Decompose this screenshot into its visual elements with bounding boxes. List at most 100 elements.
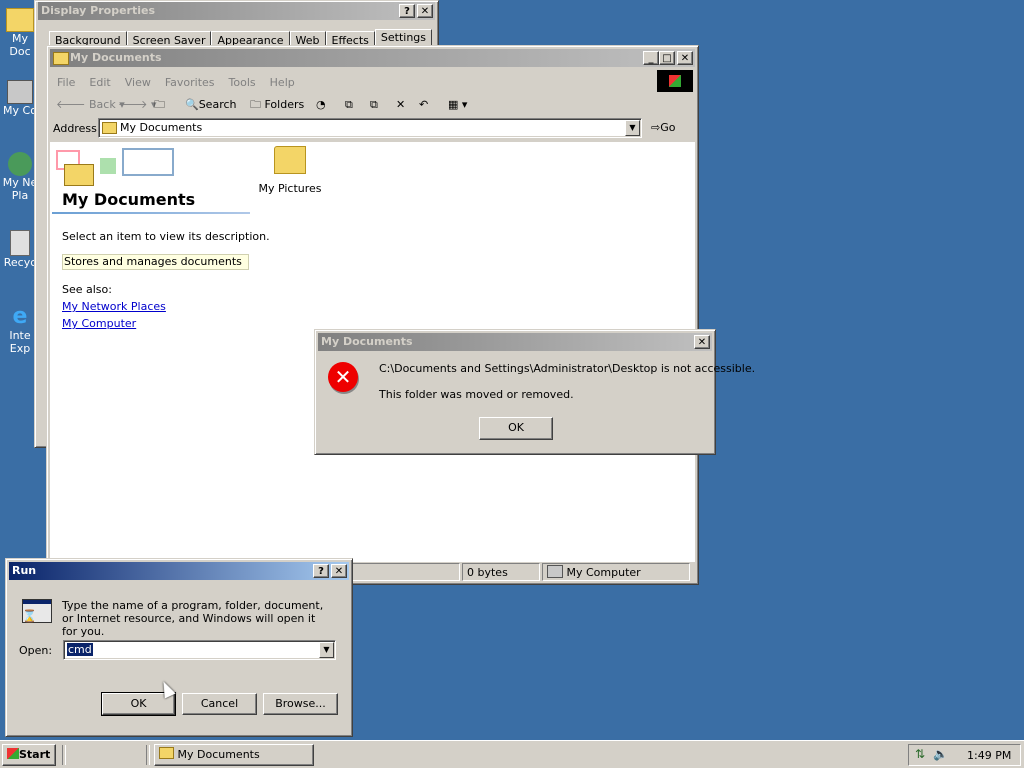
go-arrow-icon: ⇨ <box>651 121 661 134</box>
move-to-icon: ⧉ <box>345 98 353 111</box>
forward-arrow-icon: 🡒 ▾ <box>118 98 157 111</box>
views-icon: ▦ ▾ <box>448 98 468 111</box>
address-dropdown-button[interactable]: ▼ <box>625 120 640 136</box>
close-button[interactable]: ✕ <box>331 564 347 578</box>
history-button[interactable]: ◔ <box>316 94 326 116</box>
open-combobox[interactable]: cmd ▼ <box>63 640 336 660</box>
my-computer-icon <box>547 565 563 578</box>
windows-flag-icon <box>7 748 19 759</box>
system-tray: ⇅ 🔈 1:49 PM <box>908 744 1021 766</box>
move-to-button[interactable]: ⧉ <box>345 94 353 116</box>
open-label: Open: <box>19 644 53 657</box>
undo-icon: ↶ <box>419 98 429 111</box>
menu-bar: File Edit View Favorites Tools Help <box>57 74 309 92</box>
menu-edit[interactable]: Edit <box>89 76 110 89</box>
folder-banner-graphic <box>54 146 174 192</box>
undo-button[interactable]: ↶ <box>419 94 428 116</box>
volume-icon[interactable]: 🔈 <box>933 747 948 761</box>
status-cell-size: 0 bytes <box>462 563 540 581</box>
computer-icon <box>7 80 33 104</box>
up-folder-button[interactable]: 🗀 <box>154 94 165 116</box>
recycle-bin-icon <box>10 230 30 256</box>
help-button[interactable]: ? <box>313 564 329 578</box>
run-dialog-titlebar[interactable]: Run ? ✕ <box>9 562 349 580</box>
error-dialog-titlebar[interactable]: My Documents ✕ <box>318 333 712 351</box>
back-button[interactable]: 🡐 Back ▾ <box>56 94 125 116</box>
go-button[interactable]: ⇨Go <box>651 121 675 134</box>
delete-button[interactable]: ✕ <box>396 94 405 116</box>
start-button[interactable]: Start <box>2 744 56 766</box>
run-description: Type the name of a program, folder, docu… <box>62 599 324 638</box>
run-cancel-button[interactable]: Cancel <box>182 693 257 715</box>
copy-to-icon: ⧉ <box>370 98 378 111</box>
explorer-titlebar[interactable]: My Documents _ □ ✕ <box>50 49 695 67</box>
panel-title-underline <box>52 212 250 214</box>
minimize-button[interactable]: _ <box>643 51 659 65</box>
windows-logo <box>657 70 693 92</box>
quick-launch-area <box>66 745 142 765</box>
folders-button[interactable]: 🗀 Folders <box>250 94 304 116</box>
display-properties-title: Display Properties <box>41 4 156 17</box>
display-properties-titlebar[interactable]: Display Properties ? ✕ <box>38 2 435 20</box>
run-dialog[interactable]: Run ? ✕ ⌛ Type the name of a program, fo… <box>5 558 353 737</box>
menu-favorites[interactable]: Favorites <box>165 76 215 89</box>
explorer-title: My Documents <box>70 51 162 64</box>
search-button[interactable]: 🔍Search <box>185 94 237 116</box>
folder-item-label: My Pictures <box>258 182 322 195</box>
close-button[interactable]: ✕ <box>694 335 710 349</box>
menu-tools[interactable]: Tools <box>229 76 256 89</box>
error-dialog[interactable]: My Documents ✕ ✕ C:\Documents and Settin… <box>314 329 755 455</box>
back-arrow-icon: 🡐 <box>56 98 89 111</box>
help-button[interactable]: ? <box>399 4 415 18</box>
open-dropdown-button[interactable]: ▼ <box>319 642 334 658</box>
folder-item-my-pictures[interactable]: My Pictures <box>255 146 325 195</box>
task-button-my-documents[interactable]: My Documents <box>154 744 314 766</box>
up-folder-icon: 🗀 <box>154 98 165 111</box>
history-icon: ◔ <box>316 98 326 111</box>
run-browse-button[interactable]: Browse... <box>263 693 338 715</box>
internet-explorer-icon: e <box>12 304 28 329</box>
panel-tooltip: Stores and manages documents <box>62 254 249 270</box>
menu-help[interactable]: Help <box>270 76 295 89</box>
link-my-network-places[interactable]: My Network Places <box>62 300 166 313</box>
close-button[interactable]: ✕ <box>677 51 693 65</box>
error-message-line2: This folder was moved or removed. <box>379 388 574 401</box>
folder-icon <box>102 122 117 134</box>
error-message-line1: C:\Documents and Settings\Administrator\… <box>379 362 756 375</box>
folder-icon <box>53 52 69 65</box>
delete-icon: ✕ <box>396 98 406 111</box>
address-field[interactable]: My Documents ▼ <box>98 118 642 138</box>
error-ok-button[interactable]: OK <box>479 417 553 440</box>
taskbar: Start My Documents ⇅ 🔈 1:49 PM <box>0 740 1024 768</box>
link-my-computer[interactable]: My Computer <box>62 317 136 330</box>
folder-icon <box>64 164 94 186</box>
status-cell-zone: My Computer <box>542 563 690 581</box>
close-button[interactable]: ✕ <box>417 4 433 18</box>
menu-file[interactable]: File <box>57 76 75 89</box>
search-icon: 🔍 <box>185 98 199 111</box>
maximize-button[interactable]: □ <box>659 51 675 65</box>
folders-icon: 🗀 <box>250 98 261 111</box>
explorer-window[interactable]: My Documents _ □ ✕ File Edit View Favorites… <box>46 45 699 585</box>
copy-to-button[interactable]: ⧉ <box>370 94 378 116</box>
network-tray-icon[interactable]: ⇅ <box>915 747 925 761</box>
standard-toolbar: 🡐 Back ▾ 🡒 ▾ 🗀 🔍Search 🗀 Folders ◔ ⧉ ⧉ ✕… <box>52 94 652 116</box>
error-dialog-title: My Documents <box>321 335 413 348</box>
network-icon <box>8 152 32 176</box>
folder-icon <box>159 747 174 759</box>
menu-view[interactable]: View <box>125 76 151 89</box>
clock[interactable]: 1:49 PM <box>967 749 1011 762</box>
tasks-separator <box>146 745 150 765</box>
windows-flag-icon <box>669 75 681 87</box>
forward-button[interactable]: 🡒 ▾ <box>118 94 157 116</box>
error-icon: ✕ <box>328 362 358 392</box>
address-label: Address <box>53 122 97 135</box>
views-button[interactable]: ▦ ▾ <box>448 94 467 116</box>
folder-icon <box>6 8 34 32</box>
panel-title: My Documents <box>62 190 196 209</box>
panel-description: Select an item to view its description. <box>62 230 270 243</box>
address-value: My Documents <box>120 121 203 134</box>
hourglass-icon: ⌛ <box>22 609 37 623</box>
see-also-label: See also: <box>62 283 112 296</box>
open-input[interactable]: cmd <box>67 643 93 656</box>
